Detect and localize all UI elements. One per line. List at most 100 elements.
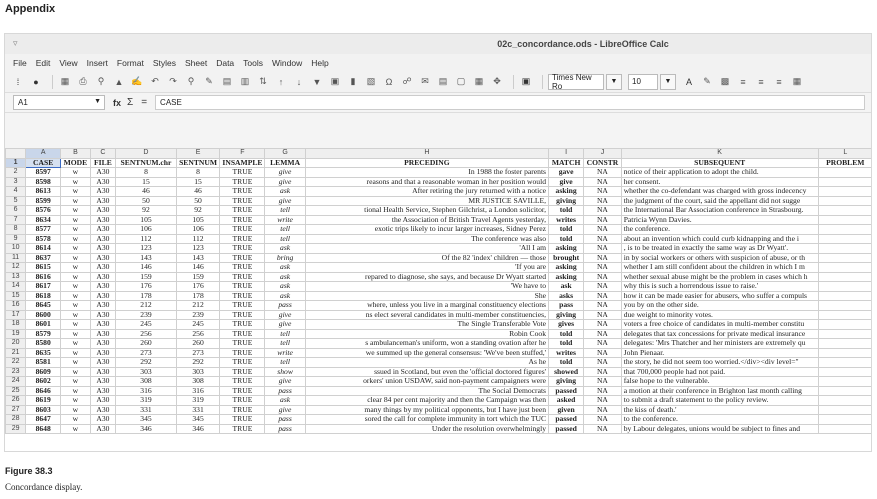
column-header-g[interactable]: G bbox=[264, 148, 306, 159]
cell-mode[interactable]: w bbox=[60, 338, 91, 349]
find-replace-icon[interactable]: ⚲ bbox=[184, 75, 198, 89]
cell-sentnum-chr[interactable]: 50 bbox=[115, 195, 177, 206]
column-header-d[interactable]: D bbox=[115, 148, 177, 159]
cell-problem[interactable] bbox=[817, 281, 871, 292]
cell-constr[interactable]: NA bbox=[583, 271, 622, 282]
cell-constr[interactable]: NA bbox=[583, 290, 622, 301]
cell-mode[interactable]: w bbox=[60, 262, 91, 273]
sort-icon[interactable]: ⇅ bbox=[256, 75, 270, 89]
cell-case[interactable]: 8579 bbox=[25, 328, 62, 339]
cell-case[interactable]: 8645 bbox=[25, 300, 62, 311]
autofilter-icon[interactable]: ▼ bbox=[310, 75, 324, 89]
header-cell[interactable]: CASE bbox=[25, 157, 62, 168]
column-header-k[interactable]: K bbox=[620, 148, 819, 159]
cell-match[interactable]: told bbox=[548, 338, 585, 349]
menu-insert[interactable]: Insert bbox=[87, 58, 108, 68]
row-header[interactable]: 9 bbox=[5, 233, 27, 244]
cell-insample[interactable]: TRUE bbox=[219, 328, 266, 339]
cell-match[interactable]: giving bbox=[548, 376, 585, 387]
cell-problem[interactable] bbox=[817, 328, 871, 339]
cell-sentnum[interactable]: 159 bbox=[175, 271, 221, 282]
cell-match[interactable]: given bbox=[548, 404, 585, 415]
row-header[interactable]: 21 bbox=[5, 347, 27, 358]
cell-lemma[interactable]: tell bbox=[264, 357, 306, 368]
header-cell[interactable]: CONSTR bbox=[583, 157, 622, 168]
sidebar-toggle-icon[interactable]: ⁞ bbox=[11, 75, 25, 89]
cell-constr[interactable]: NA bbox=[583, 395, 622, 406]
cell-insample[interactable]: TRUE bbox=[219, 290, 266, 301]
cell-match[interactable]: asking bbox=[548, 243, 585, 254]
column-header-l[interactable]: L bbox=[817, 148, 871, 159]
cell-sentnum-chr[interactable]: 345 bbox=[115, 414, 177, 425]
cell-sentnum[interactable]: 8 bbox=[175, 167, 221, 178]
cell-preceding[interactable]: we summed up the general consensus: 'We'… bbox=[304, 347, 550, 358]
cell-mode[interactable]: w bbox=[60, 176, 91, 187]
cell-insample[interactable]: TRUE bbox=[219, 338, 266, 349]
cell-constr[interactable]: NA bbox=[583, 309, 622, 320]
cell-insample[interactable]: TRUE bbox=[219, 281, 266, 292]
cell-constr[interactable]: NA bbox=[583, 328, 622, 339]
cell-file[interactable]: A30 bbox=[89, 233, 117, 244]
cell-match[interactable]: gives bbox=[548, 319, 585, 330]
cell-subsequent[interactable]: to submit a draft statement to the polic… bbox=[620, 395, 819, 406]
cell-match[interactable]: writes bbox=[548, 214, 585, 225]
cell-sentnum[interactable]: 46 bbox=[175, 186, 221, 197]
cell-case[interactable]: 8634 bbox=[25, 214, 62, 225]
cell-file[interactable]: A30 bbox=[89, 357, 117, 368]
cell-match[interactable]: told bbox=[548, 224, 585, 235]
cell-lemma[interactable]: tell bbox=[264, 205, 306, 216]
cell-match[interactable]: asking bbox=[548, 186, 585, 197]
column-header-i[interactable]: I bbox=[548, 148, 585, 159]
cell-case[interactable]: 8601 bbox=[25, 319, 62, 330]
cell-case[interactable]: 8647 bbox=[25, 414, 62, 425]
cell-sentnum-chr[interactable]: 15 bbox=[115, 176, 177, 187]
cell-case[interactable]: 8635 bbox=[25, 347, 62, 358]
cell-insample[interactable]: TRUE bbox=[219, 214, 266, 225]
cell-lemma[interactable]: give bbox=[264, 309, 306, 320]
cell-match[interactable]: told bbox=[548, 328, 585, 339]
cell-sentnum[interactable]: 345 bbox=[175, 414, 221, 425]
cell-match[interactable]: writes bbox=[548, 347, 585, 358]
cell-problem[interactable] bbox=[817, 347, 871, 358]
cell-sentnum[interactable]: 346 bbox=[175, 423, 221, 434]
cell-sentnum-chr[interactable]: 292 bbox=[115, 357, 177, 368]
menu-styles[interactable]: Styles bbox=[153, 58, 176, 68]
font-name-field[interactable]: Times New Ro bbox=[548, 73, 604, 91]
cell-file[interactable]: A30 bbox=[89, 176, 117, 187]
cell-match[interactable]: brought bbox=[548, 252, 585, 263]
column-header-e[interactable]: E bbox=[175, 148, 221, 159]
cell-lemma[interactable]: tell bbox=[264, 224, 306, 235]
header-cell[interactable]: SENTNUM bbox=[175, 157, 221, 168]
cell-subsequent[interactable]: that 700,000 people had not paid. bbox=[620, 366, 819, 377]
comment-icon[interactable]: ✉ bbox=[418, 75, 432, 89]
cell-problem[interactable] bbox=[817, 414, 871, 425]
cell-sentnum-chr[interactable]: 105 bbox=[115, 214, 177, 225]
font-size-field[interactable]: 10 bbox=[628, 73, 658, 90]
cell-case[interactable]: 8600 bbox=[25, 309, 62, 320]
cell-constr[interactable]: NA bbox=[583, 366, 622, 377]
cell-preceding[interactable]: ssued in Scotland, but even the 'officia… bbox=[304, 366, 550, 377]
cell-subsequent[interactable]: you by on the other side. bbox=[620, 300, 819, 311]
cell-mode[interactable]: w bbox=[60, 328, 91, 339]
cell-subsequent[interactable]: how it can be made easier for abusers, w… bbox=[620, 290, 819, 301]
column-header-a[interactable]: A bbox=[25, 148, 62, 159]
cell-subsequent[interactable]: the judgment of the court, said the appe… bbox=[620, 195, 819, 206]
row-header[interactable]: 11 bbox=[5, 252, 27, 263]
cell-insample[interactable]: TRUE bbox=[219, 167, 266, 178]
cell-file[interactable]: A30 bbox=[89, 328, 117, 339]
cell-file[interactable]: A30 bbox=[89, 347, 117, 358]
cell-preceding[interactable]: The conference was also bbox=[304, 233, 550, 244]
cell-sentnum[interactable]: 245 bbox=[175, 319, 221, 330]
new-document-icon[interactable]: ▦ bbox=[58, 75, 72, 89]
cell-sentnum[interactable]: 15 bbox=[175, 176, 221, 187]
cell-file[interactable]: A30 bbox=[89, 195, 117, 206]
cell-lemma[interactable]: ask bbox=[264, 243, 306, 254]
cell-lemma[interactable]: ask bbox=[264, 290, 306, 301]
row-header[interactable]: 2 bbox=[5, 167, 27, 178]
cell-preceding[interactable]: many things by my political opponents, b… bbox=[304, 404, 550, 415]
cell-insample[interactable]: TRUE bbox=[219, 300, 266, 311]
cell-file[interactable]: A30 bbox=[89, 366, 117, 377]
cell-insample[interactable]: TRUE bbox=[219, 309, 266, 320]
cell-case[interactable]: 8576 bbox=[25, 205, 62, 216]
cell-problem[interactable] bbox=[817, 309, 871, 320]
